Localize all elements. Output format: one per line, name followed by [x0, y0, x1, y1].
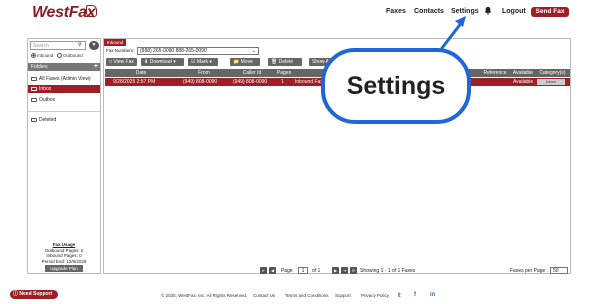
footer-link-privacy[interactable]: Privacy Policy: [361, 293, 389, 298]
footer: ⓘ Need Support © 2025, WestFax, Inc. All…: [0, 290, 596, 304]
tab-inbound[interactable]: Inbound: [104, 39, 126, 46]
refresh-icon[interactable]: ⟳: [350, 267, 357, 274]
folder-deleted[interactable]: Deleted: [28, 116, 100, 124]
footer-link-contact[interactable]: Contact Us: [253, 293, 275, 298]
col-from[interactable]: From: [177, 69, 231, 77]
per-page-label: Faxes per Page :: [510, 268, 549, 274]
cell-pages: 1: [281, 79, 284, 85]
outbound-radio-label: Outbound: [63, 53, 83, 58]
move-button[interactable]: 📁 Move: [230, 58, 260, 66]
folder-label: Inbox: [39, 86, 52, 92]
folder-icon: [31, 97, 37, 102]
col-categories[interactable]: Category(s): [535, 69, 570, 77]
need-support-button[interactable]: ⓘ Need Support: [10, 290, 58, 299]
bell-icon[interactable]: [484, 6, 492, 15]
col-reference[interactable]: Reference: [479, 69, 511, 77]
outbound-radio[interactable]: [57, 53, 63, 59]
sidebar: Search ⚲ ▼ Inbound Outbound Folders + Al…: [27, 38, 101, 274]
folder-icon: [31, 86, 37, 91]
nav-settings[interactable]: Settings: [451, 8, 479, 15]
col-date[interactable]: Date: [105, 69, 177, 77]
view-fax-button[interactable]: □ View Fax: [106, 58, 137, 66]
folder-label: Outbox: [39, 97, 56, 103]
delete-label: Delete: [278, 59, 294, 65]
showing-count: Showing 1 - 1 of 1 Faxes: [360, 268, 416, 274]
col-available[interactable]: Available: [511, 69, 535, 77]
view-fax-label: View Fax: [113, 59, 134, 65]
direction-radio-group: Inbound Outbound: [31, 53, 83, 59]
folders-label: Folders: [31, 64, 48, 70]
folder-label: Deleted: [39, 117, 57, 123]
footer-link-terms[interactable]: Terms and Conditions: [285, 293, 329, 298]
folders-header: Folders +: [28, 63, 100, 71]
chevron-down-icon: ⌄: [251, 48, 256, 54]
folder-all-faxes[interactable]: All Faxes (Admin View): [28, 75, 100, 83]
nav-logout[interactable]: Logout: [502, 8, 526, 15]
top-nav: WestFax Faxes Contacts Settings Logout S…: [0, 0, 596, 30]
need-support-label: Need Support: [19, 291, 53, 297]
folder-outbox[interactable]: Outbox: [28, 96, 100, 104]
last-page-icon[interactable]: ⇥: [341, 267, 348, 274]
cell-available: Available: [513, 79, 534, 85]
download-label: Download: [149, 59, 172, 65]
linkedin-icon[interactable]: in: [430, 292, 435, 298]
search-icon: ⚲: [78, 42, 82, 48]
fax-number-select[interactable]: (888) 265-0090 888-265-0090 ⌄: [137, 47, 259, 55]
col-pages[interactable]: Pages: [273, 69, 295, 77]
pager: ⇤ ◀ Page 1 of 1 ▶ ⇥ ⟳ Showing 1 - 1 of 1…: [104, 267, 570, 275]
prev-page-icon[interactable]: ◀: [269, 267, 276, 274]
cell-caller-id: (949) 808-0090: [233, 79, 268, 85]
mark-button[interactable]: ☑ Mark ▾: [188, 58, 218, 66]
page-of: of 1: [312, 268, 321, 274]
upgrade-plan-button[interactable]: Upgrade Plan: [45, 265, 83, 272]
page-label: Page: [281, 268, 293, 274]
folder-icon: [31, 117, 37, 122]
per-page-select[interactable]: 50: [550, 267, 568, 274]
page-input[interactable]: 1: [298, 267, 308, 274]
logo-map-icon: [86, 5, 97, 17]
next-page-icon[interactable]: ▶: [332, 267, 339, 274]
nav-contacts[interactable]: Contacts: [414, 8, 444, 15]
cell-from: (949) 808-0090: [183, 79, 218, 85]
inbound-radio-label: Inbound: [37, 53, 54, 58]
fax-numbers-label: Fax Numbers:: [106, 48, 135, 53]
delete-button[interactable]: 🗑 Delete: [268, 58, 302, 66]
add-folder-icon[interactable]: +: [94, 63, 98, 71]
footer-link-support[interactable]: Support: [335, 293, 351, 298]
move-label: Move: [240, 59, 253, 65]
callout-text: Settings: [346, 72, 446, 100]
divider: [28, 111, 100, 112]
folder-label: All Faxes (Admin View): [39, 76, 91, 82]
inbound-radio[interactable]: [31, 53, 36, 59]
twitter-icon[interactable]: 𝕥: [398, 292, 401, 299]
facebook-icon[interactable]: f: [414, 292, 416, 298]
col-caller-id[interactable]: Caller Id: [231, 69, 273, 77]
fax-usage: Fax Usage Outbound Pages: 0 Inbound Page…: [28, 242, 100, 264]
cell-category[interactable]: Inbox: [537, 79, 565, 85]
search-options-button[interactable]: ▼: [89, 41, 99, 50]
folder-icon: [31, 76, 37, 81]
nav-faxes[interactable]: Faxes: [386, 8, 406, 15]
period-end: Period End: 12/9/2025: [41, 258, 87, 264]
copyright: © 2025, WestFax, Inc. All Rights Reserve…: [161, 293, 248, 298]
folder-inbox[interactable]: Inbox: [28, 85, 100, 93]
mark-label: Mark: [196, 59, 208, 65]
first-page-icon[interactable]: ⇤: [260, 267, 267, 274]
settings-callout: Settings: [321, 48, 471, 124]
send-fax-button[interactable]: Send Fax: [531, 7, 569, 17]
cell-date: 9/28/2025 2:57 PM: [113, 79, 156, 85]
download-button[interactable]: ⬇ Download ▾: [141, 58, 184, 66]
fax-number-value: (888) 265-0090 888-265-0090: [140, 48, 207, 54]
